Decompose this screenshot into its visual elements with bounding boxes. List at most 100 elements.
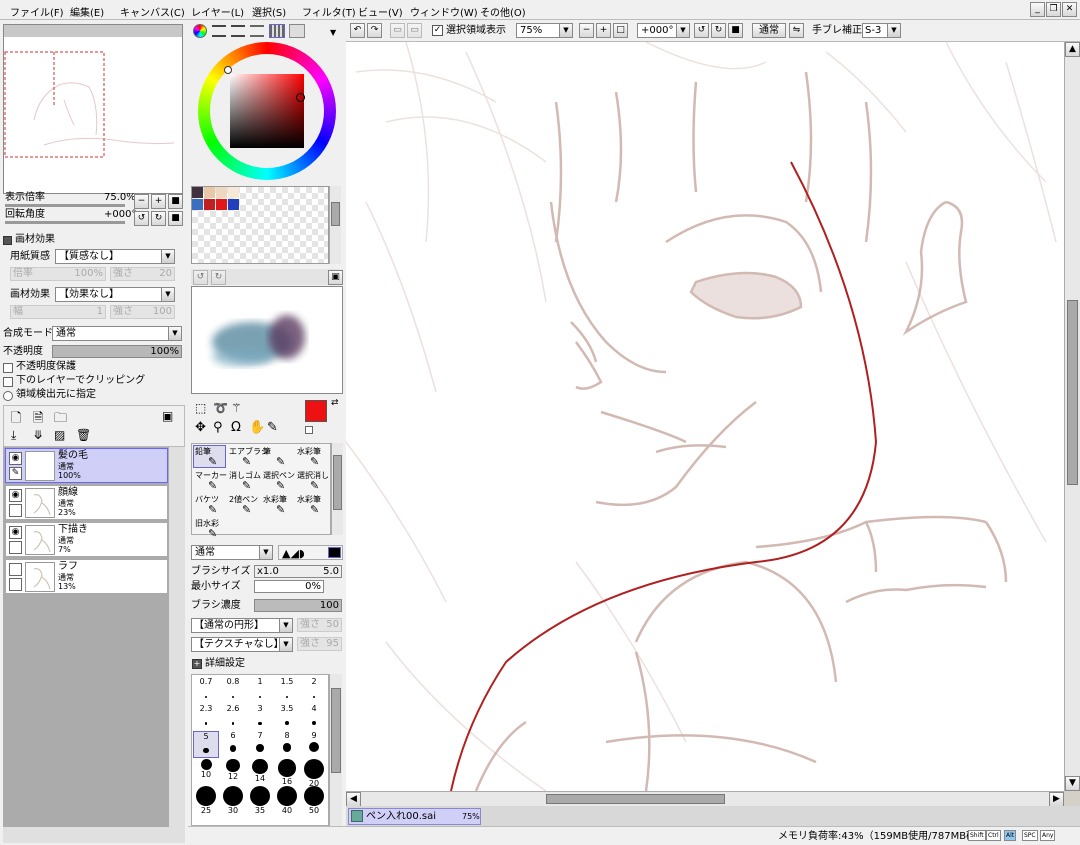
brush-size-preset[interactable]: 30 bbox=[220, 785, 246, 815]
brush-size-preset[interactable]: 5 bbox=[193, 731, 219, 758]
scroll-left-icon[interactable]: ◀ bbox=[346, 792, 361, 807]
brush-size-preset[interactable]: 0.8 bbox=[220, 677, 246, 704]
details-label[interactable]: 詳細設定 bbox=[205, 658, 245, 670]
layer-row[interactable]: ◉ 顔線 通常 23% bbox=[5, 485, 168, 520]
edge-shape-selector[interactable]: ▲◢◗ bbox=[278, 545, 343, 560]
menu-view[interactable]: ビュー(V) bbox=[358, 4, 403, 19]
brush-size-preset[interactable]: 20 bbox=[301, 758, 327, 788]
tool-button[interactable]: エアブラシ ✎ bbox=[227, 445, 269, 468]
brush-size-preset[interactable]: 8 bbox=[274, 731, 300, 758]
eye-icon[interactable] bbox=[9, 563, 22, 576]
blend-mode-select[interactable]: 通常 ▼ bbox=[52, 326, 182, 341]
brush-size-preset[interactable]: 35 bbox=[247, 785, 273, 815]
panel-menu-icon[interactable]: ▼ bbox=[330, 28, 336, 37]
merge-down-icon[interactable]: ⤓ bbox=[11, 428, 16, 443]
magic-wand-icon[interactable]: ⚚ bbox=[231, 401, 242, 415]
brush-size-preset[interactable]: 6 bbox=[220, 731, 246, 758]
swatch-toggle[interactable] bbox=[250, 25, 264, 37]
brush-size-preset[interactable]: 3.5 bbox=[274, 704, 300, 731]
brush-mode-select[interactable]: 通常 ▼ bbox=[191, 545, 273, 560]
rgb-slider-toggle[interactable] bbox=[212, 25, 226, 37]
tool-button[interactable]: 旧水彩 ✎ bbox=[193, 517, 226, 540]
move-icon[interactable]: ✥ bbox=[195, 420, 206, 435]
color-swatch[interactable] bbox=[216, 187, 227, 198]
invert-selection-icon[interactable]: ▭ bbox=[407, 23, 422, 38]
merge-all-icon[interactable]: ⤋ bbox=[33, 428, 43, 442]
canvas-zoom-reset-button[interactable]: □ bbox=[613, 23, 628, 38]
delete-icon[interactable]: 🗑 bbox=[76, 428, 91, 442]
clip-below-checkbox[interactable] bbox=[3, 377, 13, 387]
color-swatch[interactable] bbox=[204, 187, 215, 198]
deselect-icon[interactable]: ▭ bbox=[390, 23, 405, 38]
brush-shape-select[interactable]: 【通常の円形】 ▼ bbox=[191, 618, 293, 633]
eye-icon[interactable]: ◉ bbox=[9, 526, 22, 539]
color-swatch[interactable] bbox=[192, 187, 203, 198]
brush-size-preset[interactable]: 10 bbox=[193, 758, 219, 785]
brush-size-slider[interactable]: x1.0 5.0 bbox=[254, 565, 342, 578]
hand-icon[interactable]: ✋ bbox=[249, 420, 265, 435]
brush-size-preset[interactable]: 14 bbox=[247, 758, 273, 785]
swap-colors-icon[interactable]: ⇄ bbox=[331, 398, 339, 408]
size-scrollbar[interactable] bbox=[329, 674, 342, 826]
density-slider[interactable]: 100 bbox=[254, 599, 342, 612]
canvas-vscroll[interactable]: ▲ ▼ bbox=[1064, 42, 1080, 791]
canvas-rotate-reset-button[interactable]: ■ bbox=[728, 23, 743, 38]
eye-icon[interactable]: ◉ bbox=[9, 489, 22, 502]
brush-size-preset[interactable]: 2.6 bbox=[220, 704, 246, 731]
scroll-down-icon[interactable]: ▼ bbox=[1065, 776, 1080, 791]
scratch-redo-icon[interactable]: ↻ bbox=[211, 270, 226, 285]
tool-button[interactable]: バケツ ✎ bbox=[193, 493, 226, 516]
document-tab[interactable]: ペン入れ00.sai 75% bbox=[348, 808, 481, 825]
layer-scrollbar[interactable] bbox=[169, 447, 185, 827]
canvas-rotate-left-button[interactable]: ↺ bbox=[694, 23, 709, 38]
brush-size-preset[interactable]: 9 bbox=[301, 731, 327, 758]
close-button[interactable]: ✕ bbox=[1062, 2, 1077, 17]
scroll-up-icon[interactable]: ▲ bbox=[1065, 42, 1080, 57]
tool-button[interactable]: 鉛筆 ✎ bbox=[193, 445, 226, 468]
rotate-icon[interactable]: Ω bbox=[231, 420, 241, 435]
menu-window[interactable]: ウィンドウ(W) bbox=[410, 4, 478, 19]
canvas-rotate-right-button[interactable]: ↻ bbox=[711, 23, 726, 38]
collapse-icon[interactable] bbox=[3, 236, 12, 245]
stabilizer-select[interactable]: S-3 ▼ bbox=[862, 23, 901, 38]
zoom-out-button[interactable]: − bbox=[134, 194, 149, 209]
lasso-icon[interactable]: ➰ bbox=[213, 401, 228, 415]
saturation-value-box[interactable] bbox=[230, 74, 304, 148]
reset-colors-icon[interactable] bbox=[305, 426, 313, 434]
primary-color[interactable] bbox=[305, 400, 327, 422]
brush-size-preset[interactable]: 2 bbox=[301, 677, 327, 704]
protect-alpha-checkbox[interactable] bbox=[3, 363, 13, 373]
flip-icon[interactable]: ⇋ bbox=[789, 23, 804, 38]
color-wheel-toggle[interactable] bbox=[193, 24, 207, 38]
scratch-toggle[interactable] bbox=[289, 24, 305, 38]
color-swatch[interactable] bbox=[228, 187, 239, 198]
tool-button[interactable]: 筆 ✎ bbox=[261, 445, 294, 468]
canvas-zoom-in-button[interactable]: + bbox=[596, 23, 611, 38]
rotate-left-button[interactable]: ↺ bbox=[134, 211, 149, 226]
canvas-vscroll-thumb[interactable] bbox=[1067, 300, 1078, 485]
pen-icon[interactable]: ✎ bbox=[9, 467, 22, 480]
swatch-scrollbar[interactable] bbox=[329, 186, 341, 264]
menu-file[interactable]: ファイル(F) bbox=[10, 4, 64, 19]
canvas-zoom-out-button[interactable]: − bbox=[579, 23, 594, 38]
rotate-reset-button[interactable]: ■ bbox=[168, 211, 183, 226]
canvas-icon[interactable]: ▣ bbox=[162, 409, 173, 423]
zoom-in-button[interactable]: + bbox=[151, 194, 166, 209]
selection-source-radio[interactable] bbox=[3, 391, 13, 401]
paper-texture-select[interactable]: 【質感なし】 ▼ bbox=[55, 249, 175, 264]
view-mode-button[interactable]: 通常 bbox=[752, 23, 786, 38]
menu-edit[interactable]: 編集(E) bbox=[70, 4, 104, 19]
menu-select[interactable]: 選択(S) bbox=[252, 4, 286, 19]
layer-mask-icon[interactable]: ▨ bbox=[54, 428, 65, 442]
menu-filter[interactable]: フィルタ(T) bbox=[302, 4, 356, 19]
zoom-select[interactable]: 75% ▼ bbox=[516, 23, 573, 38]
zoom-slider[interactable] bbox=[5, 204, 125, 207]
color-wheel[interactable] bbox=[198, 42, 336, 180]
tool-button[interactable]: 選択ペン ✎ bbox=[261, 469, 295, 492]
palette-toggle[interactable] bbox=[269, 24, 285, 38]
effect-select[interactable]: 【効果なし】 ▼ bbox=[55, 287, 175, 302]
brush-size-preset[interactable]: 50 bbox=[301, 785, 327, 815]
brush-size-preset[interactable]: 1 bbox=[247, 677, 273, 704]
brush-size-preset[interactable]: 25 bbox=[193, 785, 219, 815]
scratch-pad[interactable] bbox=[191, 286, 343, 394]
